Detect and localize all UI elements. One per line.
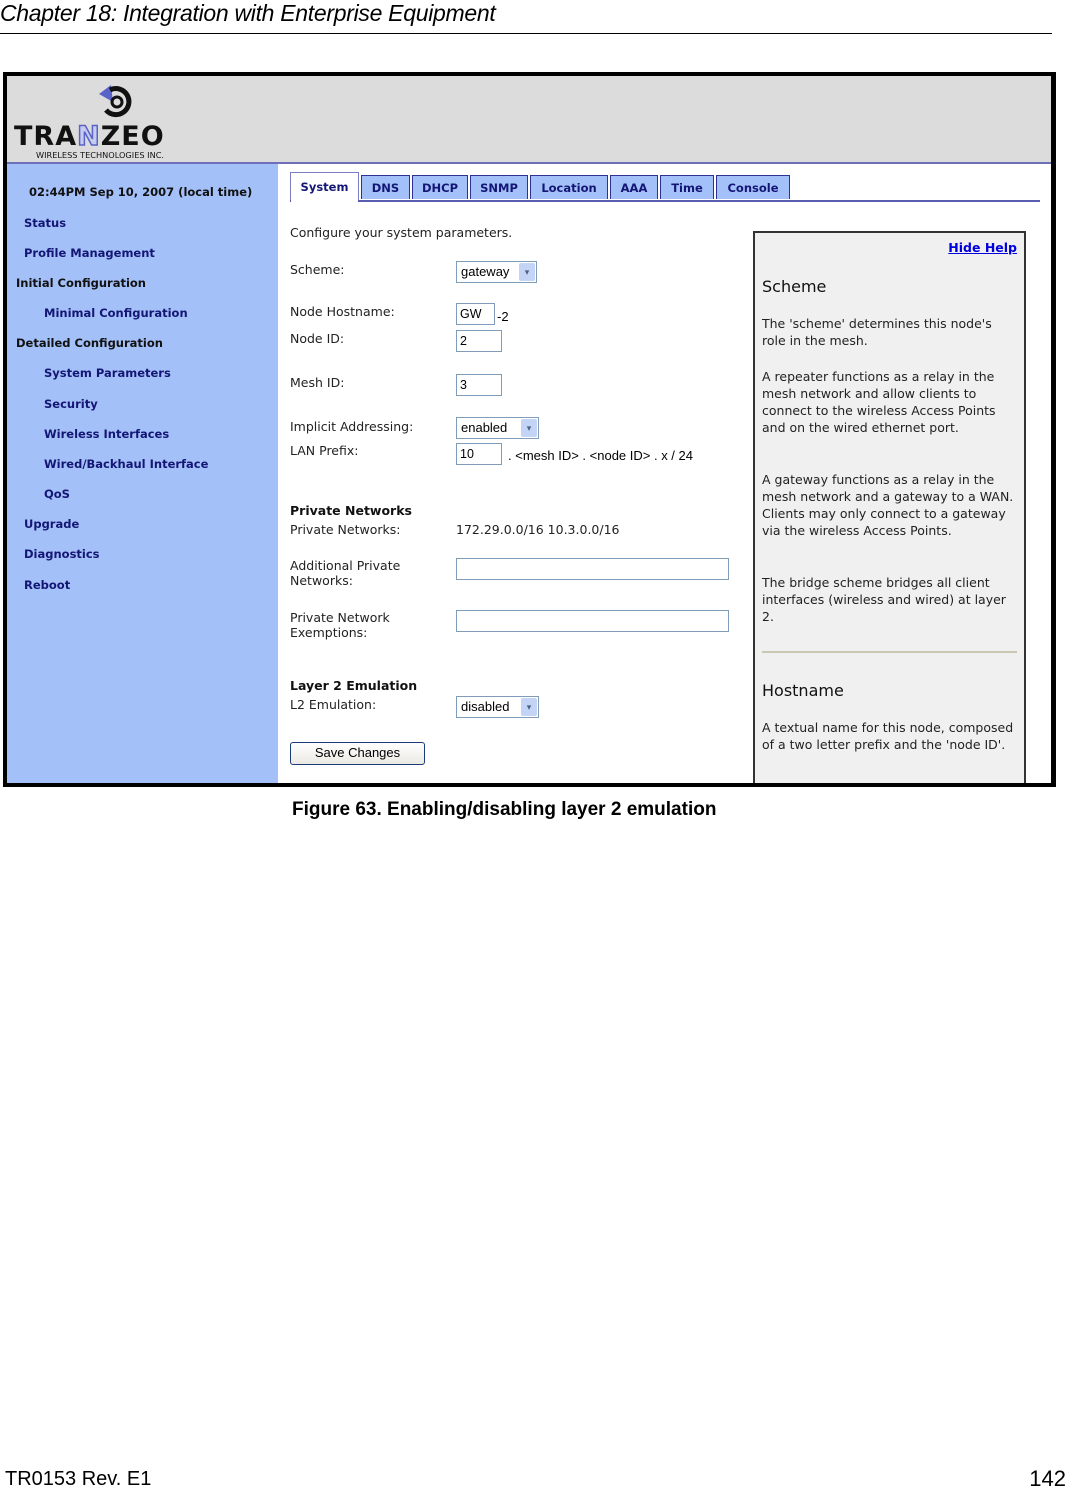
- logo-tagline: WIRELESS TECHNOLOGIES INC.: [36, 150, 164, 160]
- tab-system[interactable]: System: [290, 172, 359, 200]
- node-id-input[interactable]: [456, 330, 502, 352]
- tab-dhcp[interactable]: DHCP: [412, 175, 468, 199]
- save-changes-button[interactable]: Save Changes: [290, 742, 425, 765]
- l2-emulation-label: L2 Emulation:: [290, 697, 377, 712]
- implicit-addressing-value: enabled: [461, 420, 508, 435]
- help-scheme-title: Scheme: [762, 277, 827, 296]
- chevron-down-icon: ▾: [521, 698, 537, 716]
- layer2-emulation-heading: Layer 2 Emulation: [290, 678, 418, 693]
- help-panel: Hide Help Scheme The 'scheme' determines…: [753, 231, 1026, 783]
- sidebar-item-system-parameters[interactable]: System Parameters: [44, 366, 171, 380]
- lan-prefix-suffix: . <mesh ID> . <node ID> . x / 24: [508, 448, 693, 463]
- scheme-label: Scheme:: [290, 262, 345, 277]
- private-network-exemptions-input[interactable]: [456, 610, 729, 632]
- node-id-label: Node ID:: [290, 331, 345, 346]
- private-network-exemptions-label: Private Network Exemptions:: [290, 610, 390, 640]
- sidebar-group-detailed-configuration: Detailed Configuration: [16, 336, 163, 350]
- lan-prefix-input[interactable]: [456, 443, 502, 465]
- page-number: 142: [1029, 1466, 1066, 1491]
- tranzeo-logo: TRANZEO WIRELESS TECHNOLOGIES INC.: [14, 85, 165, 160]
- help-scheme-p4: The bridge scheme bridges all client int…: [762, 575, 1006, 624]
- screenshot-frame: TRANZEO WIRELESS TECHNOLOGIES INC. 02:44…: [3, 72, 1056, 787]
- sidebar-item-security[interactable]: Security: [44, 397, 98, 411]
- node-hostname-label: Node Hostname:: [290, 304, 395, 319]
- document-revision: TR0153 Rev. E1: [5, 1468, 152, 1490]
- additional-private-networks-label: Additional Private Networks:: [290, 558, 400, 588]
- mesh-id-label: Mesh ID:: [290, 375, 345, 390]
- sidebar-item-diagnostics[interactable]: Diagnostics: [24, 547, 100, 561]
- private-networks-label: Private Networks:: [290, 522, 401, 537]
- scheme-select[interactable]: gateway ▾: [456, 261, 537, 283]
- private-networks-heading: Private Networks: [290, 503, 412, 518]
- sidebar-item-wireless-interfaces[interactable]: Wireless Interfaces: [44, 427, 169, 441]
- header-rule: [0, 33, 1052, 34]
- sidebar-item-wired-backhaul-interface[interactable]: Wired/Backhaul Interface: [44, 457, 208, 471]
- mesh-id-input[interactable]: [456, 374, 502, 396]
- l2-emulation-value: disabled: [461, 699, 510, 714]
- tab-location[interactable]: Location: [530, 175, 608, 199]
- tab-rule: [290, 200, 1040, 202]
- lan-prefix-label: LAN Prefix:: [290, 443, 359, 458]
- tab-rule-gap: [291, 200, 358, 202]
- scheme-value: gateway: [461, 264, 510, 279]
- intro-text: Configure your system parameters.: [290, 225, 513, 240]
- implicit-addressing-label: Implicit Addressing:: [290, 419, 414, 434]
- figure-caption: Figure 63. Enabling/disabling layer 2 em…: [292, 799, 717, 820]
- help-hostname-title: Hostname: [762, 681, 844, 700]
- private-networks-value: 172.29.0.0/16 10.3.0.0/16: [456, 522, 620, 537]
- main-content: System DNS DHCP SNMP Location AAA Time C…: [278, 164, 1051, 783]
- sidebar-item-upgrade[interactable]: Upgrade: [24, 517, 79, 531]
- private-network-exemptions-label-line2: Exemptions:: [290, 625, 368, 640]
- l2-emulation-select[interactable]: disabled ▾: [456, 696, 539, 718]
- private-network-exemptions-label-line1: Private Network: [290, 610, 390, 625]
- sidebar-item-status[interactable]: Status: [24, 216, 66, 230]
- tab-time[interactable]: Time: [660, 175, 714, 199]
- help-scheme-p3: A gateway functions as a relay in the me…: [762, 472, 1014, 538]
- sidebar: 02:44PM Sep 10, 2007 (local time) Status…: [7, 164, 278, 783]
- tab-console[interactable]: Console: [716, 175, 790, 199]
- help-scheme-p2: A repeater functions as a relay in the m…: [762, 369, 996, 435]
- node-hostname-suffix: -2: [497, 309, 509, 324]
- chevron-down-icon: ▾: [519, 263, 535, 281]
- additional-private-networks-input[interactable]: [456, 558, 729, 580]
- tab-dns[interactable]: DNS: [361, 175, 410, 199]
- hide-help-link[interactable]: Hide Help: [948, 240, 1017, 255]
- sidebar-item-profile-management[interactable]: Profile Management: [24, 246, 155, 260]
- local-time: 02:44PM Sep 10, 2007 (local time): [29, 185, 253, 199]
- help-divider: [762, 651, 1017, 653]
- tab-snmp[interactable]: SNMP: [470, 175, 528, 199]
- logo-wordmark: TRANZEO: [14, 121, 165, 152]
- sidebar-group-initial-configuration: Initial Configuration: [16, 276, 146, 290]
- additional-private-networks-label-line1: Additional Private: [290, 558, 401, 573]
- banner: TRANZEO WIRELESS TECHNOLOGIES INC.: [7, 76, 1051, 164]
- sidebar-item-reboot[interactable]: Reboot: [24, 578, 70, 592]
- help-hostname-p1: A textual name for this node, composed o…: [762, 720, 1014, 752]
- document-header: Chapter 18: Integration with Enterprise …: [0, 0, 496, 26]
- node-hostname-input[interactable]: [456, 303, 495, 325]
- help-scheme-p1: The 'scheme' determines this node's role…: [762, 316, 992, 348]
- sidebar-item-qos[interactable]: QoS: [44, 487, 70, 501]
- tab-aaa[interactable]: AAA: [610, 175, 658, 199]
- sidebar-item-minimal-configuration[interactable]: Minimal Configuration: [44, 306, 188, 320]
- additional-private-networks-label-line2: Networks:: [290, 573, 353, 588]
- implicit-addressing-select[interactable]: enabled ▾: [456, 417, 539, 439]
- chevron-down-icon: ▾: [521, 419, 537, 437]
